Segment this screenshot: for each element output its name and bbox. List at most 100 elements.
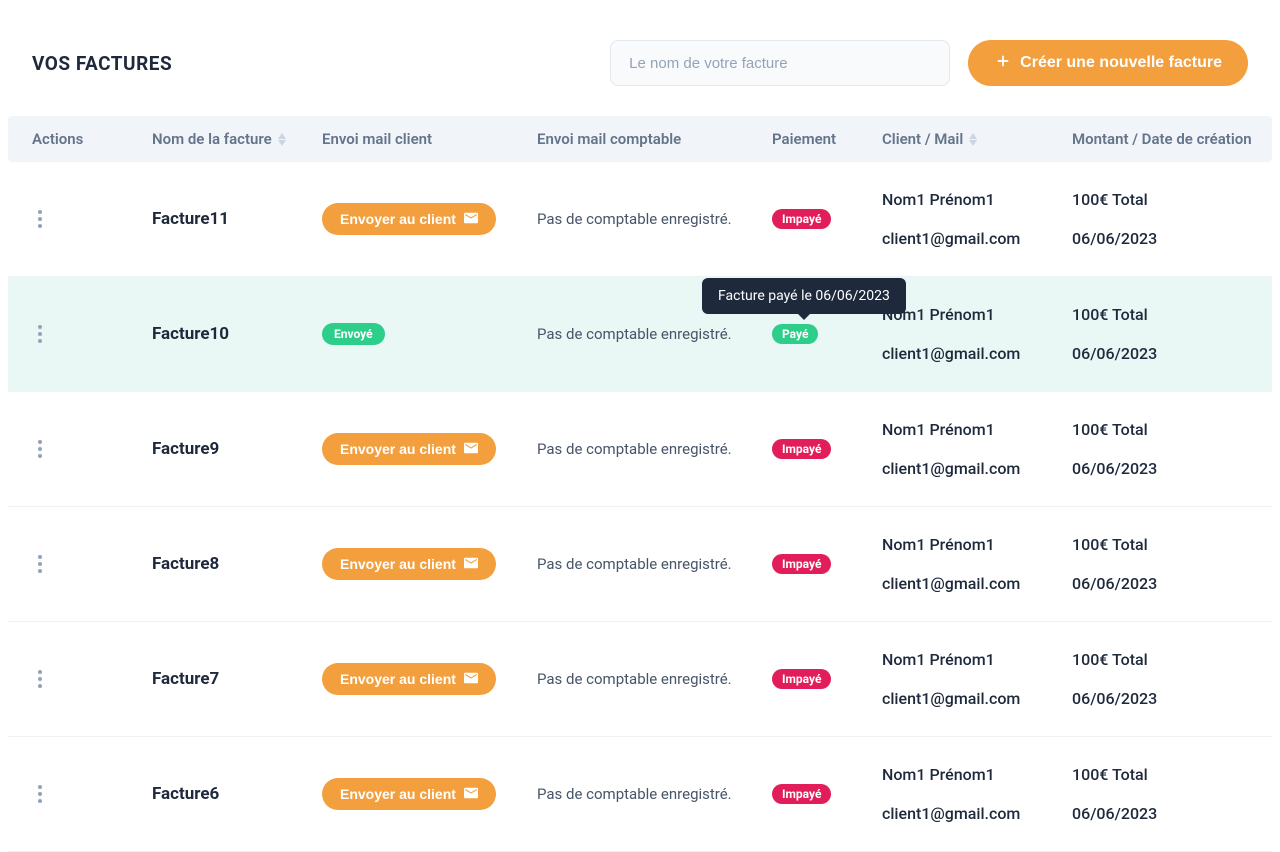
actions-cell (32, 319, 152, 349)
actions-cell (32, 204, 152, 234)
more-actions-icon[interactable] (32, 319, 48, 349)
col-name[interactable]: Nom de la facture (152, 130, 322, 148)
send-to-client-label: Envoyer au client (340, 556, 456, 572)
creation-date: 06/06/2023 (1072, 574, 1272, 593)
client-cell: Nom1 Prénom1client1@gmail.com (882, 650, 1072, 708)
client-cell: Nom1 Prénom1client1@gmail.com (882, 535, 1072, 593)
client-cell: Nom1 Prénom1 client1@gmail.com (882, 190, 1072, 248)
mail-client-cell: Envoyer au client (322, 433, 537, 465)
client-name: Nom1 Prénom1 (882, 190, 1072, 209)
col-client[interactable]: Client / Mail (882, 130, 1072, 148)
mail-icon (464, 671, 478, 687)
col-client-label: Client / Mail (882, 130, 963, 148)
mail-icon (464, 211, 478, 227)
more-actions-icon[interactable] (32, 204, 48, 234)
send-to-client-label: Envoyer au client (340, 441, 456, 457)
send-to-client-button[interactable]: Envoyer au client (322, 663, 496, 695)
amount-total: 100€ Total (1072, 305, 1272, 324)
creation-date: 06/06/2023 (1072, 804, 1272, 823)
creation-date: 06/06/2023 (1072, 344, 1272, 363)
accountant-cell: Pas de comptable enregistré. (537, 670, 772, 688)
amount-cell: 100€ Total 06/06/2023 (1072, 765, 1272, 823)
create-invoice-button[interactable]: Créer une nouvelle facture (968, 40, 1248, 86)
col-actions: Actions (32, 130, 152, 148)
amount-total: 100€ Total (1072, 650, 1272, 669)
payment-cell: PayéFacture payé le 06/06/2023 (772, 324, 882, 344)
sort-icon (969, 133, 977, 146)
plus-icon (994, 52, 1012, 75)
amount-cell: 100€ Total 06/06/2023 (1072, 305, 1272, 363)
unpaid-badge[interactable]: Impayé (772, 209, 831, 229)
table-row: Facture8Envoyer au client Pas de comptab… (8, 507, 1272, 622)
col-amount: Montant / Date de création (1072, 130, 1272, 148)
accountant-cell: Pas de comptable enregistré. (537, 440, 772, 458)
mail-icon (464, 786, 478, 802)
payment-cell: Impayé (772, 209, 882, 229)
client-name: Nom1 Prénom1 (882, 765, 1072, 784)
paid-badge[interactable]: Payé (772, 324, 818, 344)
unpaid-badge[interactable]: Impayé (772, 669, 831, 689)
mail-client-cell: Envoyé (322, 323, 537, 345)
mail-client-cell: Envoyer au client (322, 203, 537, 235)
unpaid-badge[interactable]: Impayé (772, 439, 831, 459)
sent-badge: Envoyé (322, 323, 385, 345)
actions-cell (32, 434, 152, 464)
table-row: Facture10EnvoyéPas de comptable enregist… (8, 277, 1272, 392)
client-mail: client1@gmail.com (882, 344, 1072, 363)
mail-client-cell: Envoyer au client (322, 548, 537, 580)
table-row: Facture9 Envoyer au client Pas de comptab… (8, 392, 1272, 507)
search-input[interactable] (610, 40, 950, 86)
page-header: VOS FACTURES Créer une nouvelle facture (8, 10, 1272, 116)
client-mail: client1@gmail.com (882, 229, 1072, 248)
mail-icon (464, 441, 478, 457)
creation-date: 06/06/2023 (1072, 689, 1272, 708)
invoice-name: Facture7 (152, 669, 322, 689)
amount-cell: 100€ Total06/06/2023 (1072, 190, 1272, 248)
actions-cell (32, 549, 152, 579)
unpaid-badge[interactable]: Impayé (772, 554, 831, 574)
more-actions-icon[interactable] (32, 549, 48, 579)
client-mail: client1@gmail.com (882, 574, 1072, 593)
table-row: Facture7 Envoyer au client Pas de comptab… (8, 622, 1272, 737)
send-to-client-button[interactable]: Envoyer au client (322, 203, 496, 235)
table-row: Facture11 Envoyer au client Pas de compta… (8, 162, 1272, 277)
invoice-name: Facture9 (152, 439, 322, 459)
unpaid-badge[interactable]: Impayé (772, 784, 831, 804)
amount-cell: 100€ Total 06/06/2023 (1072, 535, 1272, 593)
accountant-cell: Pas de comptable enregistré. (537, 210, 772, 228)
send-to-client-label: Envoyer au client (340, 671, 456, 687)
invoice-name: Facture11 (152, 209, 322, 229)
amount-total: 100€ Total (1072, 765, 1272, 784)
invoice-name: Facture8 (152, 554, 322, 574)
more-actions-icon[interactable] (32, 434, 48, 464)
col-mail-client: Envoi mail client (322, 130, 537, 148)
amount-total: 100€ Total (1072, 535, 1272, 554)
more-actions-icon[interactable] (32, 664, 48, 694)
sort-icon (278, 133, 286, 146)
client-name: Nom1 Prénom1 (882, 650, 1072, 669)
more-actions-icon[interactable] (32, 779, 48, 809)
send-to-client-label: Envoyer au client (340, 211, 456, 227)
amount-cell: 100€ Total06/06/2023 (1072, 420, 1272, 478)
header-actions: Créer une nouvelle facture (610, 40, 1248, 86)
send-to-client-button[interactable]: Envoyer au client (322, 433, 496, 465)
actions-cell (32, 779, 152, 809)
payment-cell: Impayé (772, 669, 882, 689)
client-name: Nom1 Prénom1 (882, 420, 1072, 439)
mail-client-cell: Envoyer au client (322, 778, 537, 810)
col-mail-accountant: Envoi mail comptable (537, 130, 772, 148)
page-title: VOS FACTURES (32, 52, 172, 75)
send-to-client-label: Envoyer au client (340, 786, 456, 802)
payment-cell: Impayé (772, 784, 882, 804)
send-to-client-button[interactable]: Envoyer au client (322, 778, 496, 810)
client-cell: Nom1 Prénom1client1@gmail.com (882, 305, 1072, 363)
create-invoice-label: Créer une nouvelle facture (1020, 54, 1222, 72)
payment-tooltip: Facture payé le 06/06/2023 (702, 278, 906, 314)
table-row: Facture6Envoyer au client Pas de comptab… (8, 737, 1272, 852)
table-header: Actions Nom de la facture Envoi mail cli… (8, 116, 1272, 162)
mail-icon (464, 556, 478, 572)
amount-total: 100€ Total (1072, 190, 1272, 209)
actions-cell (32, 664, 152, 694)
send-to-client-button[interactable]: Envoyer au client (322, 548, 496, 580)
invoice-name: Facture10 (152, 324, 322, 344)
